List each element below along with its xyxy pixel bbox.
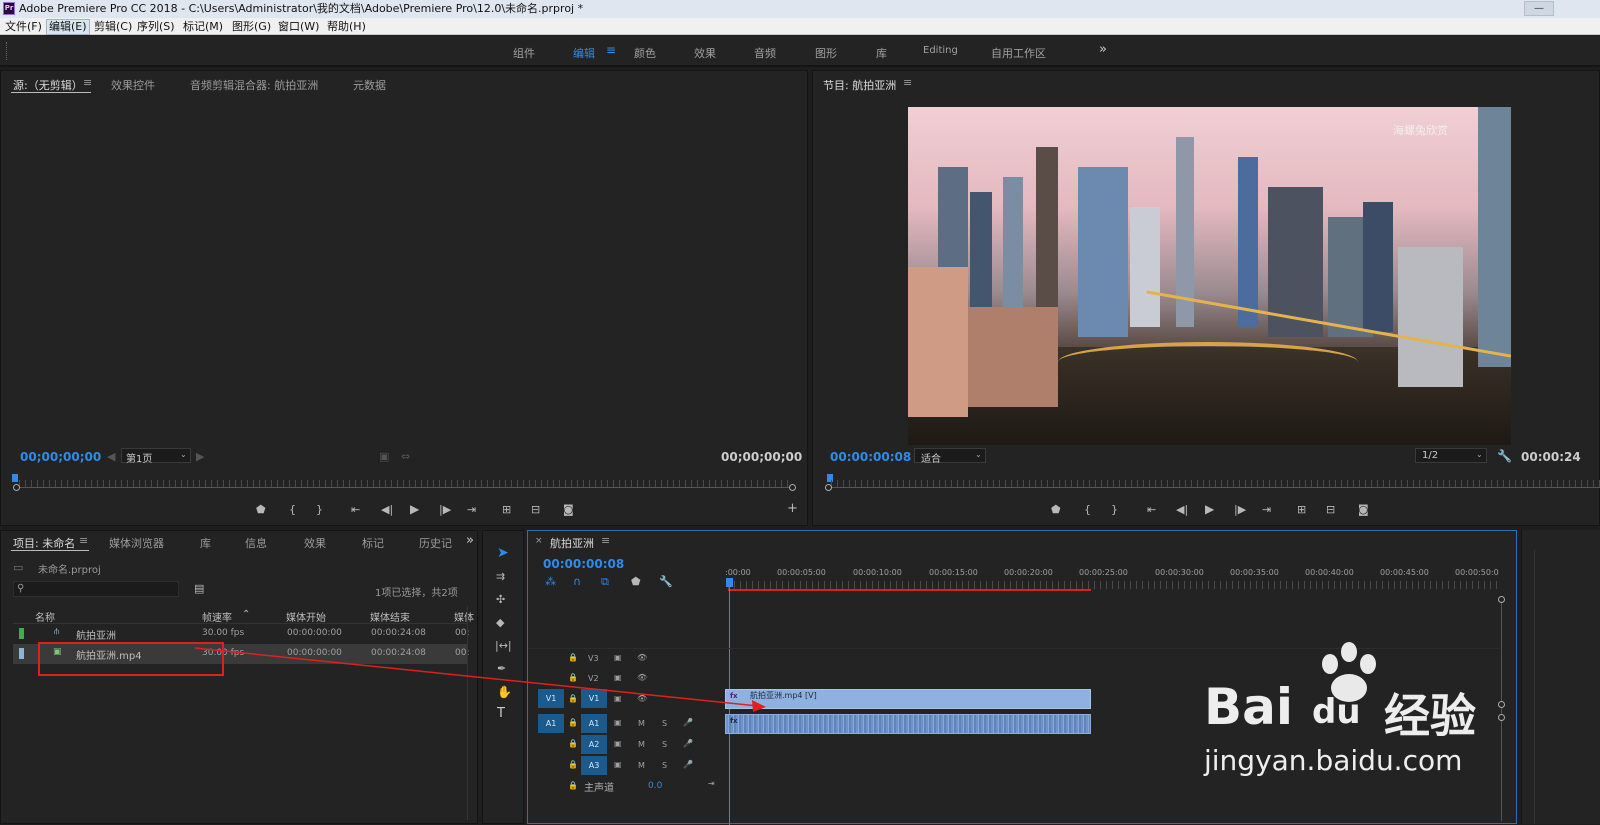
baidu-logo-text: Bai: [1204, 678, 1293, 736]
baidu-url-text: jingyan.baidu.com: [1204, 744, 1463, 777]
baidu-logo-du: du: [1312, 692, 1361, 732]
baidu-jingyan-text: 经验: [1384, 689, 1476, 743]
baidu-watermark: Bai du 经验 jingyan.baidu.com: [1198, 640, 1598, 790]
